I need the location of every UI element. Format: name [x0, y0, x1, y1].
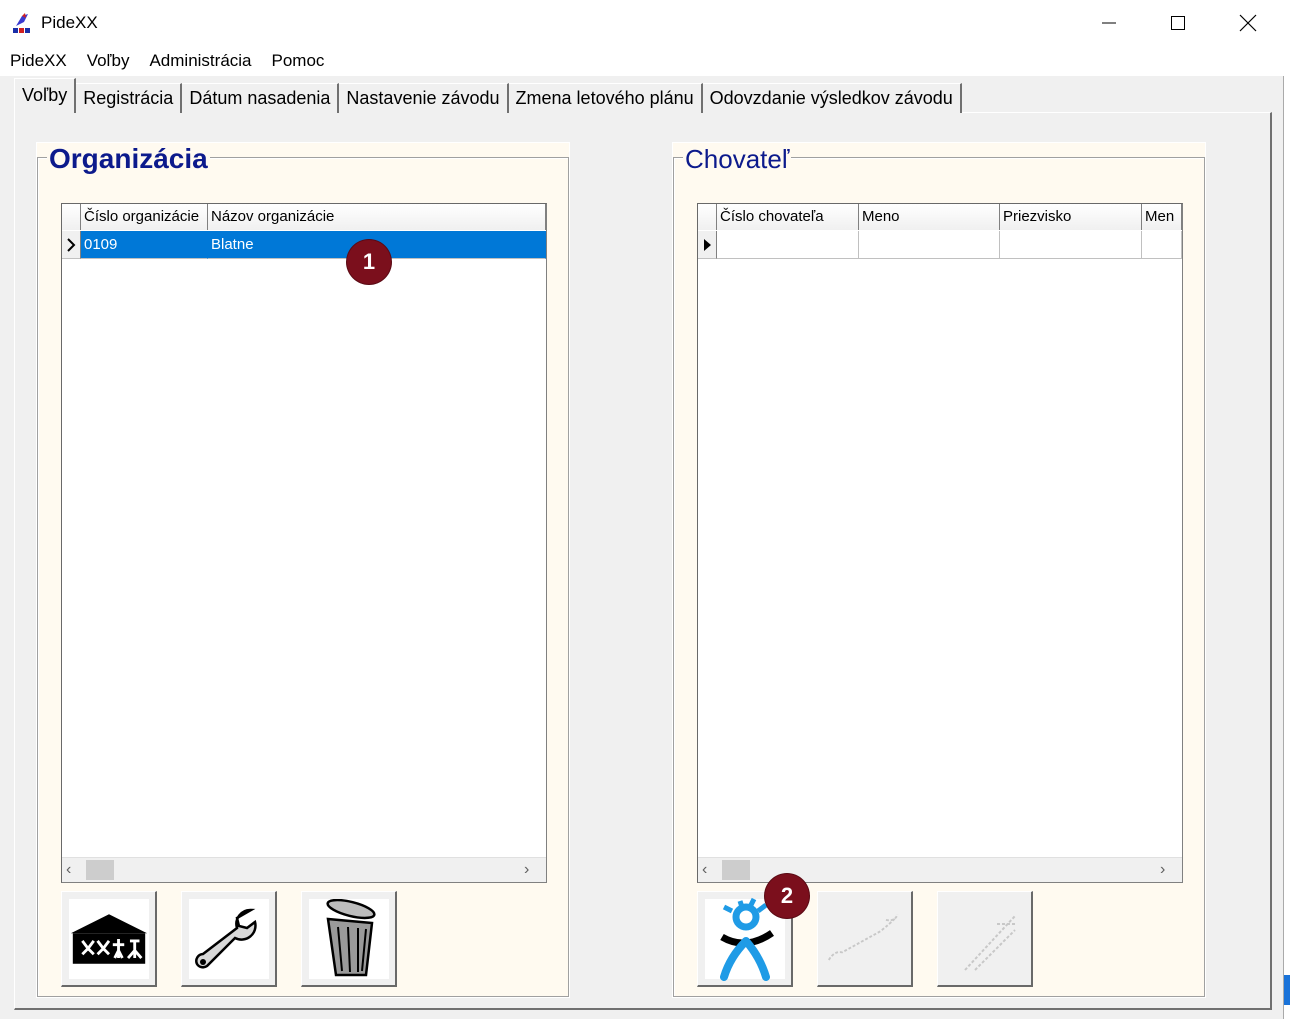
menu-administracia[interactable]: Administrácia	[139, 46, 261, 76]
row-pointer-icon	[67, 237, 76, 252]
cell-org-number[interactable]: 0109	[81, 231, 208, 259]
wrench-icon	[194, 908, 257, 969]
scroll-thumb[interactable]	[722, 860, 750, 880]
row-pointer-icon	[704, 238, 711, 251]
tab-strip: Voľby Registrácia Dátum nasadenia Nastav…	[14, 78, 962, 113]
scroll-left-icon[interactable]: ‹	[702, 861, 718, 879]
cell-surname[interactable]	[1000, 231, 1142, 259]
callout-badge-1: 1	[347, 240, 391, 284]
delete-icon	[963, 914, 1017, 971]
edit-breeder-button[interactable]	[817, 891, 913, 987]
column-header-truncated[interactable]: Men	[1142, 204, 1182, 230]
column-header-breeder-number[interactable]: Číslo chovateľa	[717, 204, 859, 230]
breeder-grid-header: Číslo chovateľa Meno Priezvisko Men	[698, 204, 1182, 230]
cell-truncated[interactable]	[1142, 231, 1182, 259]
background-window-edge	[1284, 975, 1290, 1005]
menu-pomoc[interactable]: Pomoc	[262, 46, 335, 76]
horizontal-scrollbar[interactable]: ‹ ›	[62, 857, 546, 882]
minimize-icon	[1102, 22, 1116, 24]
menu-volby[interactable]: Voľby	[77, 46, 140, 76]
minimize-button[interactable]	[1074, 0, 1144, 46]
tab-zmena-letoveho-planu[interactable]: Zmena letového plánu	[508, 83, 703, 113]
cell-breeder-number[interactable]	[717, 231, 859, 259]
organization-grid[interactable]: Číslo organizácie Názov organizácie 0109…	[61, 203, 547, 883]
breeder-grid[interactable]: Číslo chovateľa Meno Priezvisko Men ‹ ›	[697, 203, 1183, 883]
horizontal-scrollbar[interactable]: ‹ ›	[698, 857, 1182, 882]
app-window: PideXX PideXX Voľby Administrácia Pomoc …	[0, 0, 1284, 1019]
edit-icon	[827, 913, 898, 960]
menu-pidexx[interactable]: PideXX	[0, 46, 77, 76]
app-icon	[12, 12, 34, 34]
scroll-right-icon[interactable]: ›	[524, 861, 540, 879]
tab-volby[interactable]: Voľby	[14, 78, 77, 113]
organization-group: Organizácia Číslo organizácie Názov orga…	[36, 142, 570, 998]
breeder-title: Chovateľ	[683, 143, 792, 175]
cell-first-name[interactable]	[859, 231, 1000, 259]
callout-badge-2: 2	[765, 874, 809, 918]
column-header-first-name[interactable]: Meno	[859, 204, 1000, 230]
row-indicator	[698, 231, 717, 259]
row-indicator	[62, 231, 81, 259]
scroll-thumb[interactable]	[86, 860, 114, 880]
building-icon	[70, 913, 147, 964]
tab-datum-nasadenia[interactable]: Dátum nasadenia	[182, 83, 340, 113]
table-row[interactable]	[698, 231, 1182, 259]
scroll-right-icon[interactable]: ›	[1160, 861, 1176, 879]
organization-grid-header: Číslo organizácie Názov organizácie	[62, 204, 546, 230]
close-icon	[1239, 14, 1257, 32]
close-button[interactable]	[1213, 0, 1283, 46]
menu-bar: PideXX Voľby Administrácia Pomoc	[0, 46, 1284, 76]
row-indicator-header	[62, 204, 81, 230]
delete-breeder-button[interactable]	[937, 891, 1033, 987]
tab-registracia[interactable]: Registrácia	[76, 83, 183, 113]
maximize-button[interactable]	[1143, 0, 1213, 46]
row-indicator-header	[698, 204, 717, 230]
window-title: PideXX	[41, 13, 98, 32]
edit-organization-button[interactable]	[181, 891, 277, 987]
add-organization-button[interactable]	[61, 891, 157, 987]
maximize-icon	[1171, 16, 1185, 30]
organization-title: Organizácia	[47, 143, 210, 175]
column-header-org-name[interactable]: Názov organizácie	[208, 204, 546, 230]
background-strip	[1284, 0, 1290, 1019]
column-header-org-number[interactable]: Číslo organizácie	[81, 204, 208, 230]
tab-odovzdanie-vysledkov[interactable]: Odovzdanie výsledkov závodu	[702, 83, 962, 113]
table-row[interactable]: 0109 Blatne	[62, 231, 546, 259]
column-header-surname[interactable]: Priezvisko	[1000, 204, 1142, 230]
trash-can-icon	[325, 898, 376, 976]
delete-organization-button[interactable]	[301, 891, 397, 987]
scroll-left-icon[interactable]: ‹	[66, 861, 82, 879]
tab-nastavenie-zavodu[interactable]: Nastavenie závodu	[339, 83, 509, 113]
title-bar: PideXX	[0, 0, 1284, 46]
breeder-group: Chovateľ Číslo chovateľa Meno Priezvisko…	[672, 142, 1206, 998]
